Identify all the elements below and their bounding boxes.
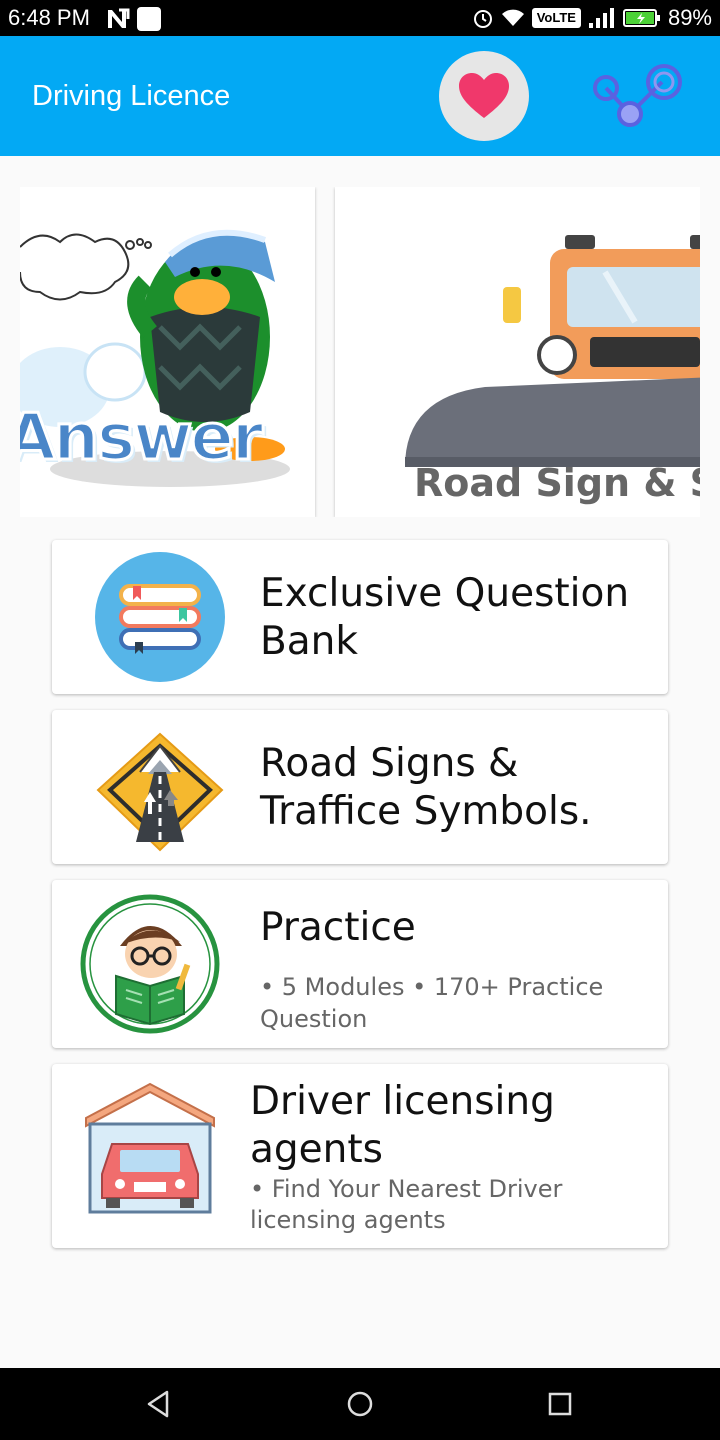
practice-card[interactable]: Practice • 5 Modules • 170+ Practice Que…	[52, 880, 668, 1048]
card-title: Practice	[260, 905, 416, 950]
share-button[interactable]	[590, 62, 686, 132]
card-title: Exclusive Question Bank	[260, 571, 630, 664]
status-time: 6:48 PM	[8, 5, 90, 30]
home-button[interactable]	[340, 1384, 380, 1424]
battery-icon	[622, 9, 660, 27]
home-icon	[347, 1391, 373, 1417]
app-bar: Driving Licence	[0, 36, 720, 156]
n-notification-icon	[108, 8, 130, 28]
volte-badge: VoLTE	[531, 8, 581, 28]
road-signs-card[interactable]: Road Signs & Traffice Symbols.	[52, 710, 668, 864]
heart-icon	[459, 73, 509, 118]
banner-carousel[interactable]: Answer Road Sign & Sy	[20, 187, 700, 517]
back-icon	[147, 1390, 169, 1418]
alarm-icon	[473, 10, 492, 28]
slide-caption: Answer	[20, 400, 265, 477]
app-title: Driving Licence	[32, 80, 231, 112]
status-bar: 6:48 PM VoLTE 89%	[0, 0, 720, 36]
licensing-agents-card[interactable]: Driver licensing agents • Find Your Near…	[52, 1064, 668, 1248]
card-subtitle: • 5 Modules • 170+ Practice Question	[260, 973, 604, 1033]
card-title: Road Signs & Traffice Symbols.	[260, 741, 592, 834]
system-nav-bar	[0, 1368, 720, 1440]
card-title: Driver licensing agents	[250, 1079, 555, 1172]
question-bank-card[interactable]: Exclusive Question Bank	[52, 540, 668, 694]
carousel-slide-answer[interactable]: Answer	[20, 187, 315, 517]
battery-percent: 89%	[667, 5, 712, 30]
back-button[interactable]	[138, 1384, 178, 1424]
card-subtitle: • Find Your Nearest Driver licensing age…	[250, 1175, 563, 1234]
favorite-button[interactable]	[439, 51, 529, 141]
signal-icon	[588, 8, 614, 28]
student-reading-icon	[80, 894, 220, 1034]
recents-button[interactable]	[540, 1384, 580, 1424]
share-icon	[593, 64, 682, 127]
recents-icon	[548, 1392, 572, 1416]
garage-car-icon	[85, 1082, 215, 1214]
road-sign-icon	[96, 732, 224, 852]
books-icon	[95, 552, 225, 682]
carousel-slide-road-sign[interactable]: Road Sign & Sy	[335, 187, 700, 517]
slide-caption: Road Sign & Sy	[414, 461, 700, 505]
notification-square-icon	[137, 7, 161, 31]
wifi-icon	[501, 9, 524, 26]
